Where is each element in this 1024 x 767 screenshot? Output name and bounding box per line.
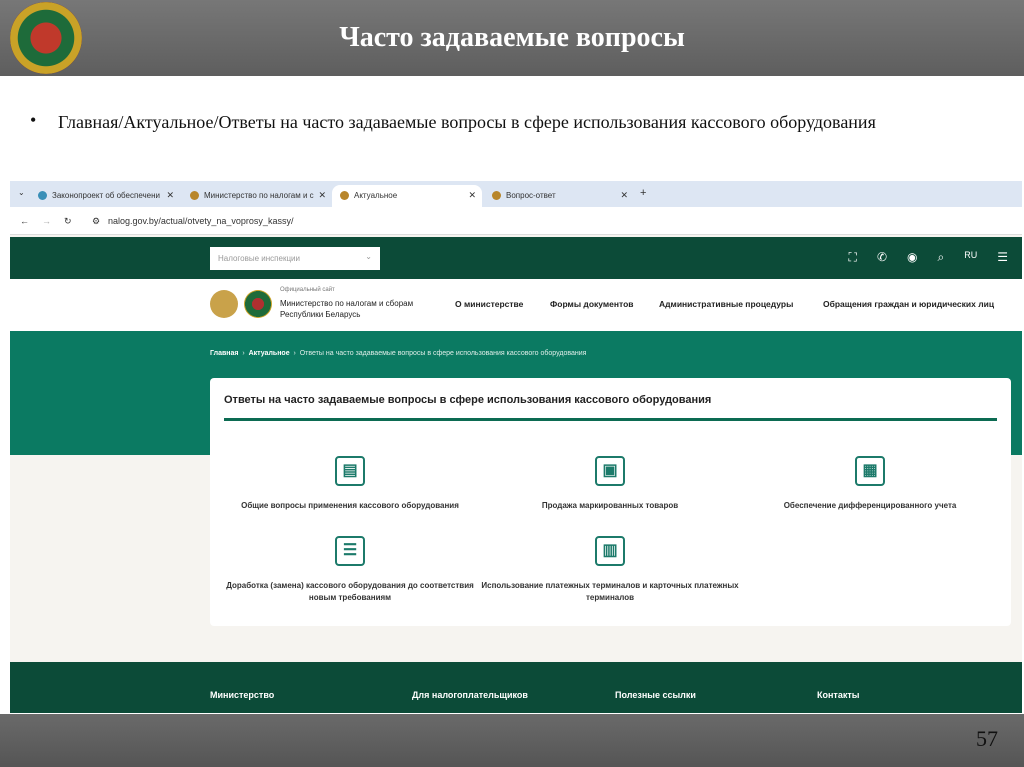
footer-contacts[interactable]: Контакты xyxy=(817,690,859,700)
site-footer: Министерство Для налогоплательщиков Поле… xyxy=(10,662,1022,713)
ministry-emblem-icon xyxy=(244,290,272,318)
item-label: Общие вопросы применения кассового обору… xyxy=(241,501,459,510)
menu-icon[interactable]: ☰ xyxy=(997,250,1008,265)
address-bar: ← → ↻ ⚙ nalog.gov.by/actual/otvety_na_vo… xyxy=(10,207,1022,235)
select-placeholder: Налоговые инспекции xyxy=(218,254,300,263)
forward-icon[interactable]: → xyxy=(42,216,51,226)
item-label: Доработка (замена) кассового оборудовани… xyxy=(226,581,474,602)
favicon-icon xyxy=(190,191,199,200)
tab-list-chevron-icon[interactable]: ⌄ xyxy=(18,188,25,197)
crumb-current: Ответы на часто задаваемые вопросы в сфе… xyxy=(299,350,587,357)
tab-3-active[interactable]: Актуальное ✕ xyxy=(332,185,482,207)
close-icon[interactable]: ✕ xyxy=(620,190,628,201)
inspection-select[interactable]: Налоговые инспекции ⌄ xyxy=(210,247,380,270)
site-settings-icon[interactable]: ⚙ xyxy=(92,216,100,227)
site-topbar: Налоговые инспекции ⌄ ⛶ ✆ ◉ ⌕ RU ☰ xyxy=(10,237,1022,279)
close-icon[interactable]: ✕ xyxy=(468,190,476,201)
nav-forms[interactable]: Формы документов xyxy=(550,299,634,309)
tab-label: Актуальное xyxy=(354,191,398,200)
checklist-icon: ☰ xyxy=(335,536,365,566)
tab-2[interactable]: Министерство по налогам и с ✕ xyxy=(182,185,332,207)
item-label: Обеспечение дифференцированного учета xyxy=(783,501,957,510)
item-label: Использование платежных терминалов и кар… xyxy=(481,581,739,602)
faq-item-diff-accounting[interactable]: ▦ Обеспечение дифференцированного учета xyxy=(740,456,1000,512)
reload-icon[interactable]: ↻ xyxy=(64,216,72,227)
faq-item-terminals[interactable]: ▥ Использование платежных терминалов и ка… xyxy=(480,536,740,604)
official-label: Официальный сайт xyxy=(280,287,335,293)
browser-screenshot: ⌄ Законопроект об обеспечени ✕ Министерст… xyxy=(10,181,1022,713)
tab-label: Законопроект об обеспечени xyxy=(52,191,161,200)
nav-appeals[interactable]: Обращения граждан и юридических лиц xyxy=(823,299,994,309)
page-number: 57 xyxy=(976,726,998,751)
sitemap-icon[interactable]: ⛶ xyxy=(849,250,857,265)
crumb-actual[interactable]: Актуальное xyxy=(249,350,290,357)
payment-terminal-icon: ▥ xyxy=(595,536,625,566)
nav-about[interactable]: О министерстве xyxy=(455,299,523,309)
favicon-icon xyxy=(340,191,349,200)
favicon-icon xyxy=(492,191,501,200)
box-icon: ▣ xyxy=(595,456,625,486)
eye-icon[interactable]: ◉ xyxy=(907,250,917,265)
footer-links[interactable]: Полезные ссылки xyxy=(615,690,696,700)
tab-bar: ⌄ Законопроект об обеспечени ✕ Министерст… xyxy=(10,181,1022,207)
footer-taxpayers[interactable]: Для налогоплательщиков xyxy=(412,690,528,700)
url-field[interactable]: nalog.gov.by/actual/otvety_na_voprosy_ka… xyxy=(108,216,293,226)
crumb-home[interactable]: Главная xyxy=(210,350,238,357)
slide-footer xyxy=(0,714,1024,767)
cash-register-icon: ▤ xyxy=(335,456,365,486)
laptop-icon: ▦ xyxy=(855,456,885,486)
faq-item-upgrade[interactable]: ☰ Доработка (замена) кассового оборудован… xyxy=(220,536,480,604)
close-icon[interactable]: ✕ xyxy=(166,190,174,201)
ministry-name[interactable]: Министерство по налогам и сборам Республ… xyxy=(280,298,440,320)
bullet-text: Главная/Актуальное/Ответы на часто задав… xyxy=(58,112,876,132)
favicon-icon xyxy=(38,191,47,200)
footer-ministry[interactable]: Министерство xyxy=(210,690,274,700)
site-nav: Официальный сайт Министерство по налогам… xyxy=(10,279,1022,331)
bullet-marker: • xyxy=(30,110,37,130)
language-select[interactable]: RU xyxy=(964,250,977,265)
title-underline xyxy=(224,418,997,421)
faq-item-marked-goods[interactable]: ▣ Продажа маркированных товаров xyxy=(480,456,740,512)
faq-card: Ответы на часто задаваемые вопросы в сфе… xyxy=(210,378,1011,626)
tab-4[interactable]: Вопрос-ответ ✕ xyxy=(484,185,634,207)
tab-label: Вопрос-ответ xyxy=(506,191,556,200)
item-label: Продажа маркированных товаров xyxy=(541,501,679,510)
close-icon[interactable]: ✕ xyxy=(318,190,326,201)
card-title: Ответы на часто задаваемые вопросы в сфе… xyxy=(224,394,712,406)
nav-procedures[interactable]: Административные процедуры xyxy=(659,299,793,309)
phone-icon[interactable]: ✆ xyxy=(877,250,887,265)
back-icon[interactable]: ← xyxy=(20,216,29,226)
search-icon[interactable]: ⌕ xyxy=(938,250,945,265)
breadcrumb: Главная › Актуальное › Ответы на часто з… xyxy=(210,350,587,357)
state-emblem-icon xyxy=(210,290,238,318)
new-tab-icon[interactable]: + xyxy=(640,187,646,199)
tab-1[interactable]: Законопроект об обеспечени ✕ xyxy=(30,185,180,207)
tab-label: Министерство по налогам и с xyxy=(204,191,314,200)
faq-item-general[interactable]: ▤ Общие вопросы применения кассового обор… xyxy=(220,456,480,512)
chevron-down-icon: ⌄ xyxy=(365,252,372,261)
slide-title: Часто задаваемые вопросы xyxy=(339,22,685,53)
